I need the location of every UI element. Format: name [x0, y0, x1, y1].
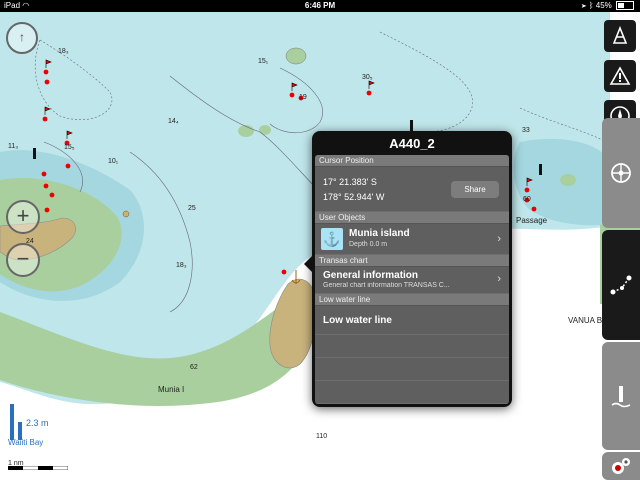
- location-icon: ➤: [581, 1, 587, 10]
- chart-info-row[interactable]: General information General chart inform…: [315, 267, 509, 294]
- sounding-label: 11₃: [8, 143, 19, 150]
- helm-icon[interactable]: [602, 118, 640, 228]
- right-sidebar: [600, 12, 640, 480]
- status-right: ➤ ᛒ 45%: [582, 0, 634, 12]
- battery-icon: [616, 1, 634, 11]
- warning-icon[interactable]: [604, 60, 636, 92]
- chart-info-detail: General chart information TRANSAS C...: [323, 282, 450, 289]
- sounding-label: 18₃: [176, 262, 187, 269]
- nautical-ship-icon[interactable]: [604, 20, 636, 52]
- settings-icon[interactable]: [602, 452, 640, 480]
- sounding-label: 19: [299, 94, 307, 101]
- zoom-out-button[interactable]: −: [6, 243, 40, 277]
- popover-title: A440_2: [389, 136, 435, 151]
- section-header: Cursor Position: [315, 155, 509, 167]
- status-bar: iPad ◠ 6:46 PM ➤ ᛒ 45%: [0, 0, 640, 12]
- object-info-popover: A440_2 Cursor Position 17° 21.383' S 178…: [312, 131, 512, 407]
- buoy-marker: [122, 210, 130, 218]
- beacon-3: [539, 164, 542, 175]
- low-water-label: Low water line: [323, 315, 392, 326]
- sounding-label: 30₅: [362, 74, 373, 81]
- sounding-label: 10₁: [108, 158, 119, 165]
- empty-row: [315, 381, 509, 404]
- sounding-label: 62: [190, 364, 198, 371]
- popover-pointer: [304, 256, 312, 272]
- place-label-passage: Passage: [516, 216, 548, 225]
- cursor-longitude: 178° 52.944' W: [323, 192, 385, 202]
- cursor-position-row: 17° 21.383' S 178° 52.944' W Share: [315, 167, 509, 212]
- cursor-latitude: 17° 21.383' S: [323, 177, 377, 187]
- sounding-label: 14₄: [168, 118, 179, 125]
- low-water-row[interactable]: Low water line: [315, 306, 509, 335]
- place-label-waiti-bay: Waiiti Bay: [8, 438, 44, 447]
- chevron-right-icon: ›: [497, 233, 501, 245]
- islet-4: [560, 174, 576, 186]
- tide-icon[interactable]: [602, 342, 640, 450]
- chart-info-title: General information: [323, 270, 419, 281]
- place-label-munia: Munia I: [158, 385, 185, 394]
- status-time: 6:46 PM: [304, 1, 336, 10]
- depth-marker-label: 2.3 m: [26, 418, 49, 428]
- place-label-vanua: VANUA B: [568, 316, 603, 325]
- route-icon[interactable]: [602, 230, 640, 340]
- islet-1: [285, 47, 307, 65]
- scale-bar: [8, 466, 68, 470]
- chevron-right-icon: ›: [497, 273, 501, 285]
- empty-row: [315, 358, 509, 381]
- compass-north-icon[interactable]: ↑: [6, 22, 38, 54]
- beacon-1: [33, 148, 36, 159]
- sounding-label: 110: [316, 433, 328, 440]
- sounding-label: 15₅: [64, 144, 75, 151]
- anchor-icon: ⚓: [321, 228, 343, 250]
- user-object-row[interactable]: ⚓ Munia island Depth 0.0 m ›: [315, 224, 509, 255]
- share-button[interactable]: Share: [451, 181, 499, 198]
- empty-row: [315, 335, 509, 358]
- section-header: Transas chart: [315, 255, 509, 267]
- beacon-2: [410, 120, 413, 131]
- battery-percent: 45%: [595, 1, 612, 10]
- popover-body: Cursor Position 17° 21.383' S 178° 52.94…: [315, 155, 509, 404]
- user-object-detail: Depth 0.0 m: [349, 241, 388, 248]
- section-header: User Objects: [315, 212, 509, 224]
- islet-3: [259, 125, 271, 135]
- zoom-in-button[interactable]: +: [6, 200, 40, 234]
- sounding-label: 60: [523, 196, 531, 203]
- section-header: Low water line: [315, 294, 509, 306]
- sounding-label: 25: [188, 205, 196, 212]
- user-object-name: Munia island: [349, 228, 410, 239]
- bluetooth-icon: ᛒ: [588, 1, 594, 10]
- sounding-label: 33: [522, 127, 530, 134]
- sounding-label: 15₁: [258, 58, 269, 65]
- sounding-label: 18₃: [58, 48, 69, 55]
